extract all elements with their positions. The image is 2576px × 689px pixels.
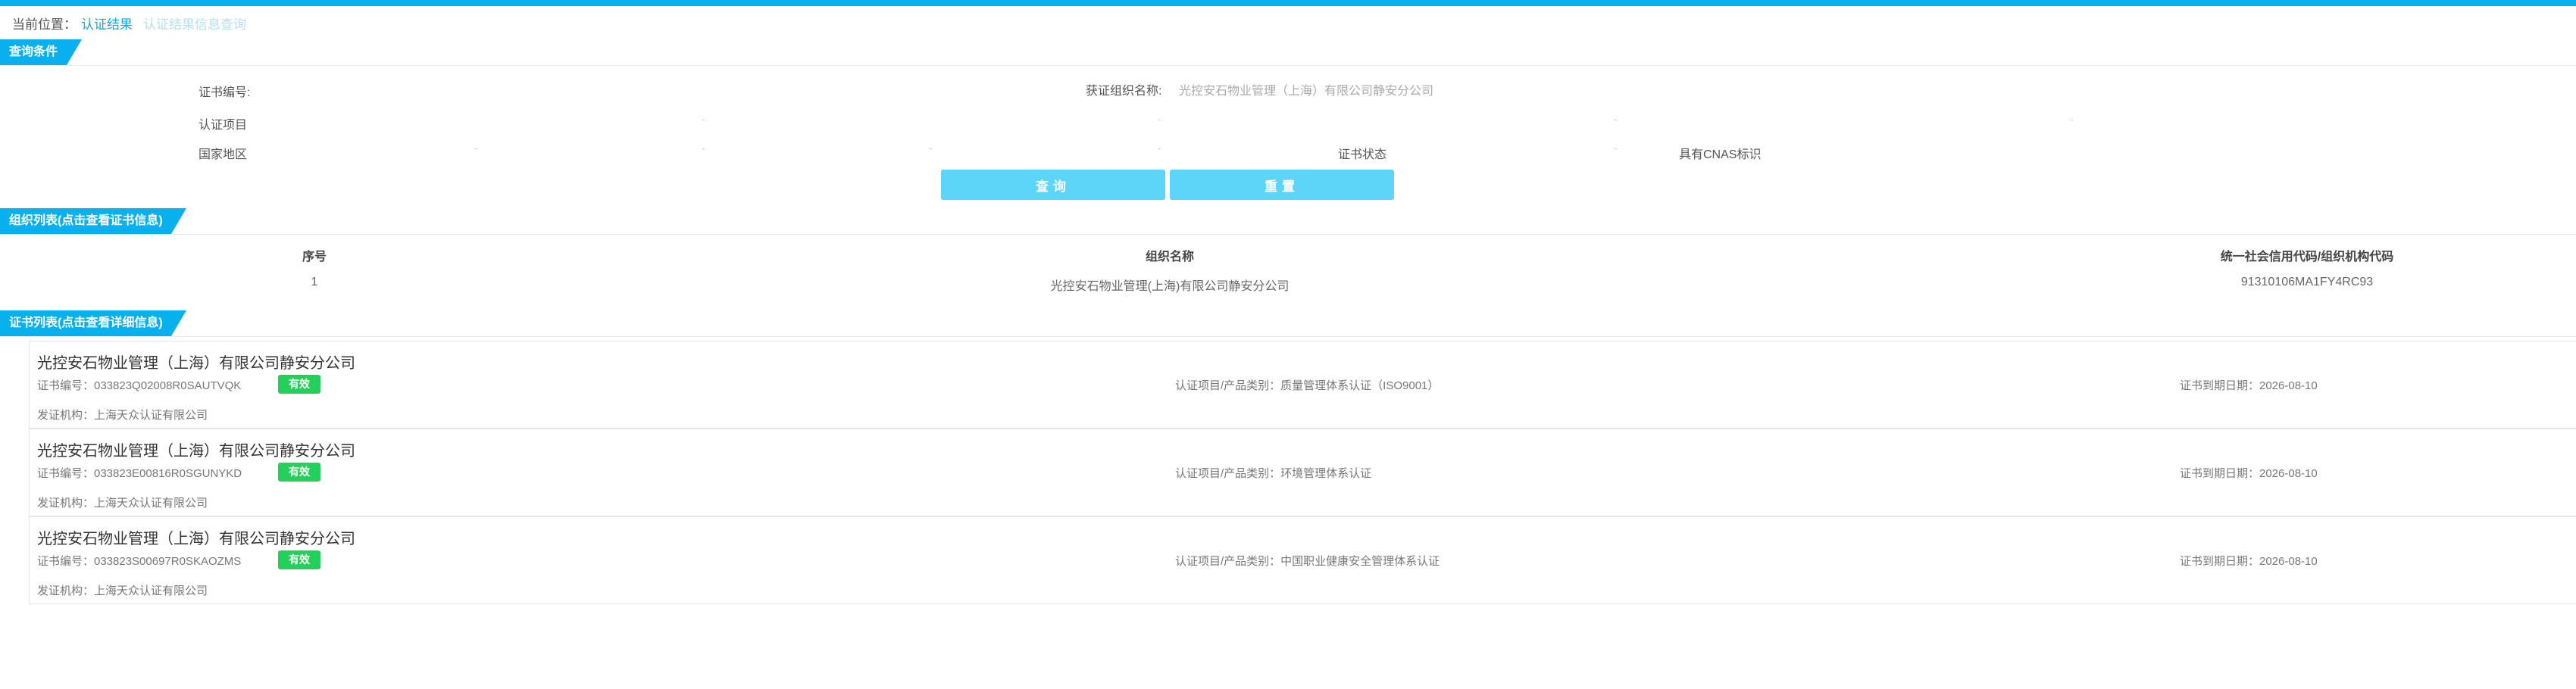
- project-label: 认证项目: [199, 119, 248, 132]
- region-option-marker[interactable]: [1158, 148, 1161, 149]
- top-accent-bar: [0, 0, 2576, 6]
- search-button[interactable]: 查询: [941, 170, 1165, 200]
- cert-category: 认证项目/产品类别：环境管理体系认证: [1175, 467, 1372, 480]
- region-option-marker[interactable]: [930, 148, 932, 149]
- org-name-label: 获证组织名称:: [1086, 85, 1162, 98]
- query-section-title: 查询条件: [0, 39, 82, 65]
- col-header-credit-code: 统一社会信用代码/组织机构代码: [2220, 251, 2394, 263]
- cert-expiry: 证书到期日期：2026-08-10: [2180, 379, 2318, 392]
- certificate-card[interactable]: 光控安石物业管理（上海）有限公司静安分公司 证书编号：033823E00816R…: [29, 429, 2576, 516]
- breadcrumb: 当前位置： 认证结果 认证结果信息查询: [12, 14, 246, 33]
- cert-number: 证书编号：033823S00697R0SKAOZMS: [37, 555, 242, 568]
- status-badge: 有效: [278, 550, 320, 569]
- region-option-marker[interactable]: [475, 148, 477, 149]
- breadcrumb-prefix: 当前位置：: [12, 17, 77, 32]
- row-org-name[interactable]: 光控安石物业管理(上海)有限公司静安分公司: [1051, 276, 1290, 294]
- col-header-index: 序号: [302, 251, 327, 263]
- cnas-label: 具有CNAS标识: [1679, 148, 1762, 161]
- row-index: 1: [311, 276, 318, 288]
- certificate-card[interactable]: 光控安石物业管理（上海）有限公司静安分公司 证书编号：033823S00697R…: [29, 516, 2576, 604]
- cert-issuer: 发证机构：上海天众认证有限公司: [37, 585, 208, 597]
- org-list-section-divider: [0, 234, 2576, 235]
- certificate-card[interactable]: 光控安石物业管理（上海）有限公司静安分公司 证书编号：033823Q02008R…: [29, 341, 2576, 429]
- cert-category: 认证项目/产品类别：质量管理体系认证（ISO9001）: [1175, 379, 1440, 392]
- region-label: 国家地区: [199, 148, 248, 161]
- status-label: 证书状态: [1338, 148, 1387, 161]
- cert-expiry: 证书到期日期：2026-08-10: [2180, 467, 2318, 480]
- cert-org-name[interactable]: 光控安石物业管理（上海）有限公司静安分公司: [37, 351, 355, 373]
- org-list-section-title: 组织列表(点击查看证书信息): [0, 208, 186, 234]
- col-header-org-name: 组织名称: [1145, 251, 1195, 263]
- query-section-divider: [0, 65, 2576, 66]
- status-option-marker[interactable]: [1615, 148, 1617, 149]
- cert-issuer: 发证机构：上海天众认证有限公司: [37, 497, 208, 510]
- cert-list-section-divider: [0, 336, 2576, 337]
- cert-number: 证书编号：033823E00816R0SGUNYKD: [37, 467, 242, 480]
- status-badge: 有效: [278, 375, 320, 394]
- cert-org-name[interactable]: 光控安石物业管理（上海）有限公司静安分公司: [37, 438, 355, 460]
- cert-org-name[interactable]: 光控安石物业管理（上海）有限公司静安分公司: [37, 526, 355, 548]
- cert-list-section-title: 证书列表(点击查看详细信息): [0, 310, 186, 336]
- cert-category: 认证项目/产品类别：中国职业健康安全管理体系认证: [1175, 555, 1440, 568]
- cert-number: 证书编号：033823Q02008R0SAUTVQK: [37, 379, 242, 392]
- cert-no-label: 证书编号:: [199, 86, 251, 99]
- breadcrumb-link[interactable]: 认证结果: [81, 17, 133, 32]
- org-name-input[interactable]: 光控安石物业管理（上海）有限公司静安分公司: [1179, 80, 1433, 98]
- region-option-marker[interactable]: [702, 148, 705, 149]
- reset-button[interactable]: 重置: [1170, 170, 1394, 200]
- breadcrumb-current: 认证结果信息查询: [143, 17, 246, 32]
- cert-issuer: 发证机构：上海天众认证有限公司: [37, 409, 208, 422]
- status-badge: 有效: [278, 463, 320, 482]
- cert-expiry: 证书到期日期：2026-08-10: [2180, 555, 2318, 568]
- row-credit-code: 91310106MA1FY4RC93: [2240, 276, 2374, 288]
